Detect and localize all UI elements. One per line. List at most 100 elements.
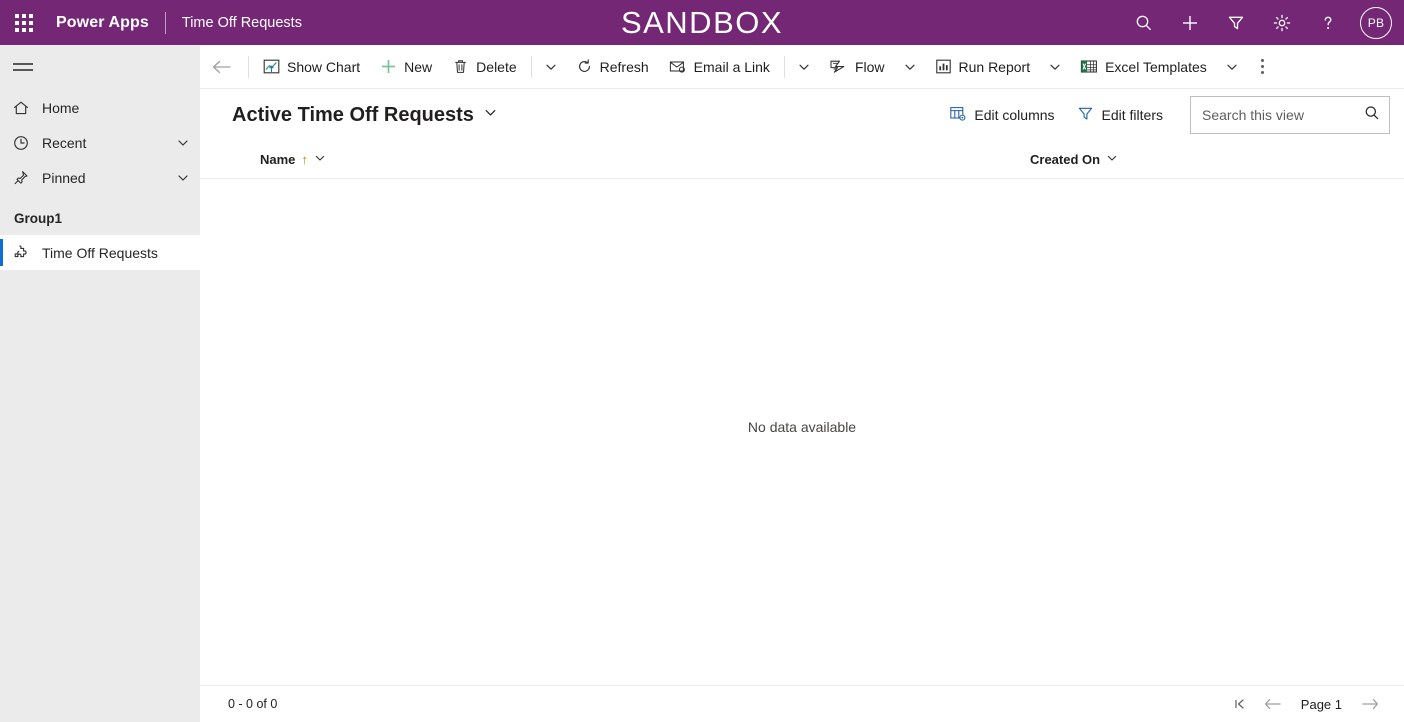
report-icon bbox=[935, 58, 952, 75]
search-input[interactable] bbox=[1202, 107, 1363, 123]
flow-label: Flow bbox=[854, 58, 885, 75]
waffle-grid-shape bbox=[15, 13, 33, 32]
help-icon[interactable] bbox=[1306, 0, 1350, 45]
pagination: Page 1 bbox=[1227, 690, 1384, 718]
grid-footer: 0 - 0 of 0 Page 1 bbox=[200, 685, 1404, 722]
sidebar-item-time-off-requests[interactable]: Time Off Requests bbox=[0, 235, 200, 270]
edit-columns-button[interactable]: Edit columns bbox=[940, 98, 1063, 132]
show-chart-icon bbox=[263, 58, 280, 75]
email-a-link-button[interactable]: Email a Link bbox=[659, 45, 780, 89]
delete-button[interactable]: Delete bbox=[442, 45, 526, 89]
run-report-button[interactable]: Run Report bbox=[925, 45, 1041, 89]
run-report-chevron-down-icon[interactable] bbox=[1040, 45, 1070, 89]
sidebar-item-pinned[interactable]: Pinned bbox=[0, 160, 200, 195]
filter-icon[interactable] bbox=[1214, 0, 1258, 45]
command-divider bbox=[530, 55, 532, 78]
sidebar-item-label: Recent bbox=[42, 134, 87, 151]
edit-filters-button[interactable]: Edit filters bbox=[1068, 98, 1172, 132]
more-commands-icon[interactable] bbox=[1247, 45, 1279, 89]
show-chart-button[interactable]: Show Chart bbox=[253, 45, 370, 89]
sidebar-item-label: Pinned bbox=[42, 169, 86, 186]
email-link-icon bbox=[669, 58, 687, 75]
refresh-icon bbox=[576, 58, 593, 75]
ellipsis-dots bbox=[1261, 58, 1265, 76]
sort-ascending-icon: ↑ bbox=[301, 152, 308, 167]
search-this-view-box[interactable] bbox=[1190, 96, 1390, 134]
excel-templates-label: Excel Templates bbox=[1105, 58, 1207, 75]
edit-columns-icon bbox=[949, 105, 966, 125]
brand-title[interactable]: Power Apps bbox=[48, 14, 149, 32]
search-icon[interactable] bbox=[1122, 0, 1166, 45]
column-header-name[interactable]: Name ↑ bbox=[260, 152, 1030, 167]
column-header-label: Name bbox=[260, 152, 296, 167]
next-page-icon[interactable] bbox=[1356, 690, 1384, 718]
command-divider bbox=[248, 55, 249, 78]
main-content: Show Chart New Delete Refresh Email a Li… bbox=[200, 45, 1404, 722]
edit-filters-label: Edit filters bbox=[1101, 107, 1163, 123]
app-name[interactable]: Time Off Requests bbox=[182, 15, 302, 31]
page-label: Page 1 bbox=[1300, 696, 1342, 712]
app-header: Power Apps Time Off Requests SANDBOX PB bbox=[0, 0, 1404, 45]
chevron-down-icon[interactable] bbox=[1106, 152, 1118, 167]
search-icon[interactable] bbox=[1363, 104, 1381, 127]
previous-page-icon[interactable] bbox=[1259, 690, 1287, 718]
new-button[interactable]: New bbox=[370, 45, 442, 89]
back-arrow-icon[interactable] bbox=[200, 45, 244, 89]
app-body: Home Recent Pinned Group1 Time Off Reque… bbox=[0, 45, 1404, 722]
clock-icon bbox=[12, 134, 42, 152]
refresh-label: Refresh bbox=[599, 58, 649, 75]
page-title: Active Time Off Requests bbox=[232, 103, 474, 126]
email-a-link-label: Email a Link bbox=[693, 58, 770, 75]
first-page-icon[interactable] bbox=[1227, 690, 1255, 718]
column-header-label: Created On bbox=[1030, 152, 1101, 167]
avatar[interactable]: PB bbox=[1360, 6, 1392, 39]
sidebar-item-label: Time Off Requests bbox=[42, 244, 158, 261]
excel-templates-button[interactable]: Excel Templates bbox=[1070, 45, 1217, 89]
sidebar-item-label: Home bbox=[42, 99, 80, 116]
chevron-down-icon[interactable] bbox=[483, 105, 498, 125]
add-icon[interactable] bbox=[1168, 0, 1212, 45]
flow-button[interactable]: Flow bbox=[819, 45, 895, 89]
empty-state-message: No data available bbox=[747, 419, 857, 435]
gear-icon[interactable] bbox=[1260, 0, 1304, 45]
selected-indicator bbox=[0, 239, 3, 266]
view-selector[interactable]: Active Time Off Requests bbox=[232, 104, 498, 127]
filter-icon bbox=[1077, 105, 1094, 125]
chevron-down-icon[interactable] bbox=[166, 171, 200, 185]
show-chart-label: Show Chart bbox=[287, 58, 361, 75]
delete-label: Delete bbox=[476, 58, 517, 75]
command-bar: Show Chart New Delete Refresh Email a Li… bbox=[200, 45, 1404, 89]
sidebar-item-recent[interactable]: Recent bbox=[0, 125, 200, 160]
email-chevron-down-icon[interactable] bbox=[789, 45, 819, 89]
home-icon bbox=[12, 99, 42, 117]
flow-chevron-down-icon[interactable] bbox=[895, 45, 925, 89]
hamburger-icon[interactable] bbox=[0, 45, 200, 90]
grid-body: No data available bbox=[200, 179, 1404, 685]
view-bar: Active Time Off Requests Edit columns Ed… bbox=[200, 89, 1404, 141]
sidebar-group-header: Group1 bbox=[14, 210, 63, 226]
new-label: New bbox=[404, 58, 433, 75]
sidebar: Home Recent Pinned Group1 Time Off Reque… bbox=[0, 45, 200, 722]
excel-icon bbox=[1080, 58, 1098, 75]
app-launcher-grid-icon[interactable] bbox=[0, 0, 48, 45]
header-actions: PB bbox=[1122, 0, 1404, 45]
grid-header: Name ↑ Created On bbox=[200, 141, 1404, 179]
puzzle-icon bbox=[12, 243, 42, 262]
excel-templates-chevron-down-icon[interactable] bbox=[1217, 45, 1247, 89]
refresh-button[interactable]: Refresh bbox=[566, 45, 659, 89]
chevron-down-icon[interactable] bbox=[166, 136, 200, 150]
sidebar-item-home[interactable]: Home bbox=[0, 90, 200, 125]
header-divider bbox=[164, 11, 166, 34]
chevron-down-icon[interactable] bbox=[314, 152, 326, 167]
flow-icon bbox=[829, 58, 848, 75]
view-tools: Edit columns Edit filters bbox=[940, 96, 1390, 134]
command-divider bbox=[783, 55, 785, 78]
delete-chevron-down-icon[interactable] bbox=[536, 45, 566, 89]
column-header-created-on[interactable]: Created On bbox=[1030, 152, 1118, 167]
record-count: 0 - 0 of 0 bbox=[228, 697, 278, 711]
edit-columns-label: Edit columns bbox=[974, 107, 1055, 123]
add-green-icon bbox=[380, 58, 397, 75]
trash-icon bbox=[452, 58, 469, 75]
pin-icon bbox=[12, 169, 42, 187]
run-report-label: Run Report bbox=[958, 58, 1031, 75]
